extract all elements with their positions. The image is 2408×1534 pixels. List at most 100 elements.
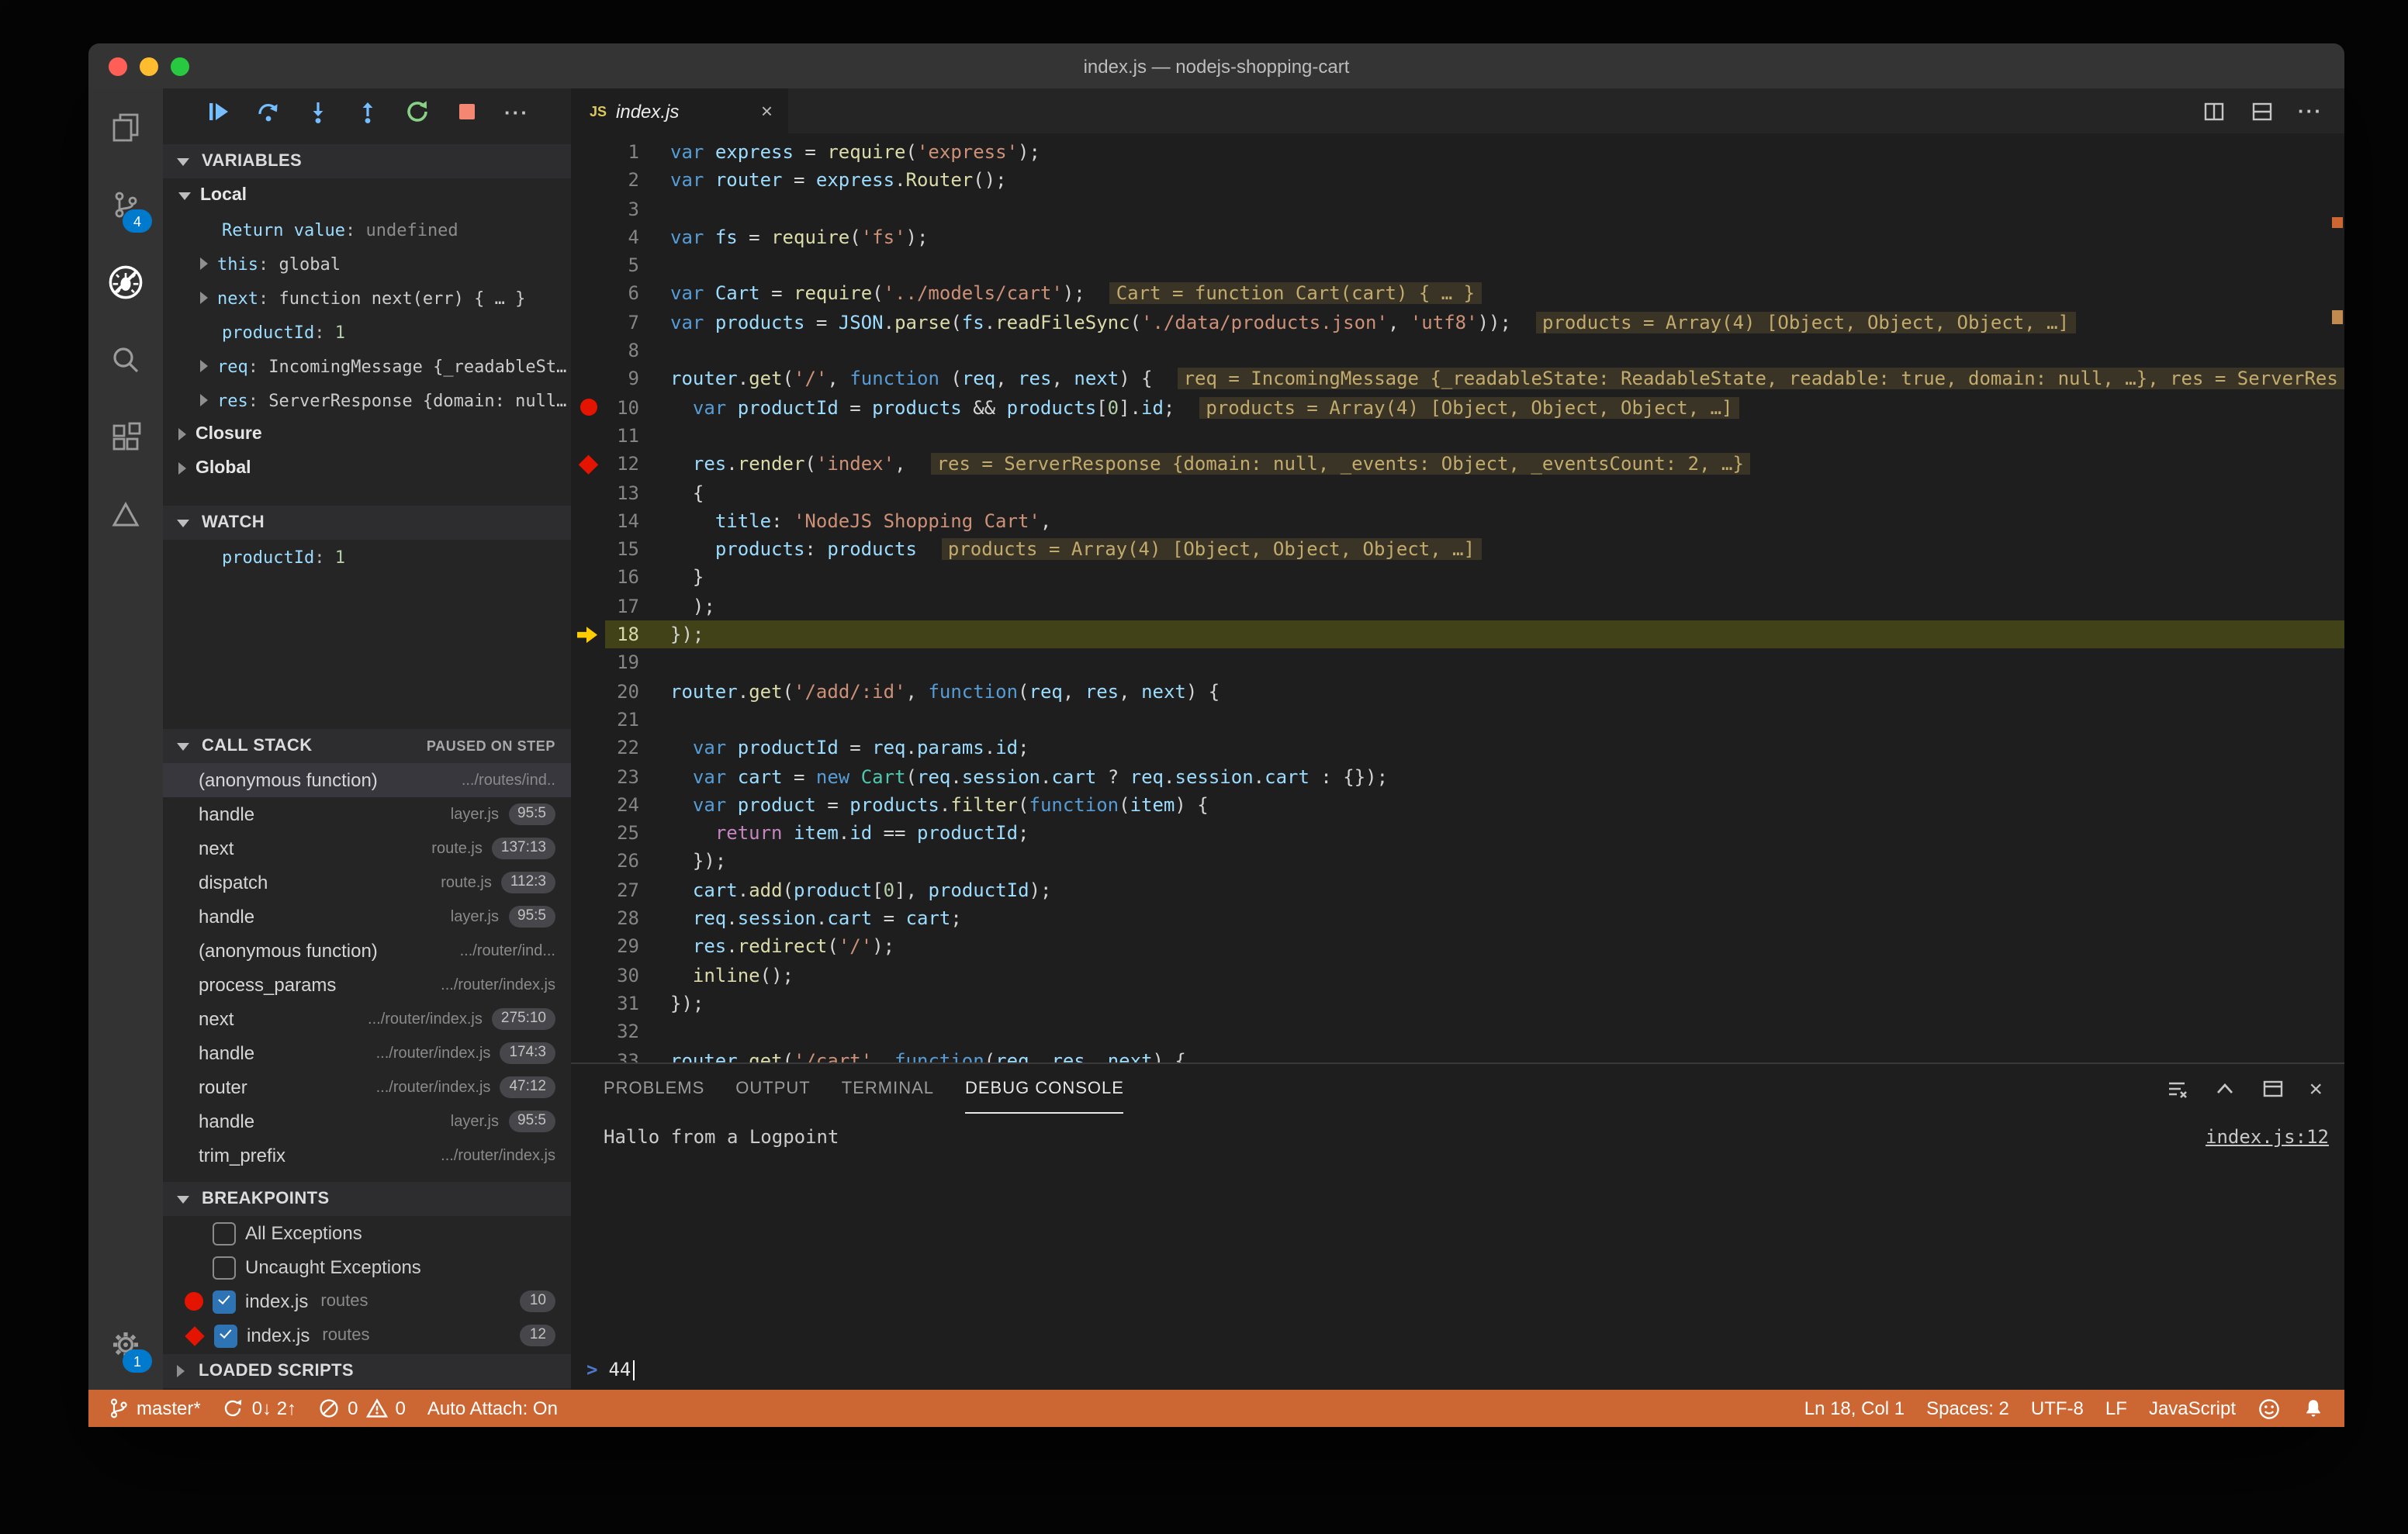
variable-row[interactable]: next: function next(err) { … }: [163, 281, 571, 315]
eol-item[interactable]: LF: [2095, 1390, 2138, 1427]
checkbox[interactable]: [214, 1324, 237, 1347]
debug-icon[interactable]: [88, 244, 163, 321]
split-editor-icon[interactable]: [2202, 98, 2226, 123]
code-line[interactable]: 28 req.session.cart = cart;: [571, 904, 2344, 933]
code-line[interactable]: 19: [571, 649, 2344, 678]
logpoint-icon[interactable]: [571, 451, 602, 479]
close-tab-icon[interactable]: ×: [761, 99, 773, 123]
code-line[interactable]: 4 var fs = require('fs');: [571, 223, 2344, 252]
breakpoint-row[interactable]: Uncaught Exceptions: [163, 1250, 571, 1284]
variable-scope[interactable]: Global: [163, 451, 571, 485]
code-line[interactable]: 27 cart.add(product[0], productId);: [571, 876, 2344, 904]
code-line[interactable]: 5: [571, 251, 2344, 280]
code-line[interactable]: 14 title: 'NodeJS Shopping Cart',: [571, 507, 2344, 536]
call-stack-frame[interactable]: handle layer.js 95:5: [163, 797, 571, 831]
code-line[interactable]: 15 products: products products = Array(4)…: [571, 535, 2344, 564]
call-stack-frame[interactable]: next .../router/index.js 275:10: [163, 1002, 571, 1036]
code-line[interactable]: 20 router.get('/add/:id', function(req, r…: [571, 677, 2344, 706]
variable-row[interactable]: res: ServerResponse {domain: null…: [163, 383, 571, 417]
call-stack-frame[interactable]: dispatch route.js 112:3: [163, 865, 571, 900]
watch-header[interactable]: WATCH: [163, 506, 571, 540]
console-source-link[interactable]: index.js:12: [2206, 1126, 2329, 1148]
continue-button[interactable]: [206, 99, 231, 124]
code-line[interactable]: 10 var productId = products && products[…: [571, 393, 2344, 422]
variable-scope[interactable]: Closure: [163, 417, 571, 451]
call-stack-frame[interactable]: trim_prefix .../router/index.js: [163, 1138, 571, 1173]
call-stack-frame[interactable]: (anonymous function) .../router/ind...: [163, 934, 571, 968]
extensions-icon[interactable]: [88, 399, 163, 476]
more-debug-actions-icon[interactable]: ···: [504, 99, 529, 124]
breakpoint-row[interactable]: All Exceptions: [163, 1216, 571, 1250]
auto-attach-item[interactable]: Auto Attach: On: [417, 1390, 569, 1427]
breakpoint-icon[interactable]: [571, 393, 602, 422]
call-stack-frame[interactable]: (anonymous function).../routes/ind..: [163, 1173, 571, 1182]
more-editor-actions-icon[interactable]: ···: [2298, 99, 2323, 123]
problems-item[interactable]: 0 0: [307, 1390, 417, 1427]
call-stack-frame[interactable]: next route.js 137:13: [163, 831, 571, 865]
code-line[interactable]: 16 }: [571, 564, 2344, 593]
code-line[interactable]: 17 );: [571, 593, 2344, 621]
code-line[interactable]: 31});: [571, 990, 2344, 1018]
step-into-button[interactable]: [306, 99, 330, 124]
filter-output-icon[interactable]: [2164, 1076, 2189, 1101]
stop-button[interactable]: [455, 99, 479, 124]
titlebar[interactable]: index.js — nodejs-shopping-cart: [88, 43, 2344, 88]
toggle-layout-icon[interactable]: [2250, 98, 2275, 123]
call-stack-frame[interactable]: (anonymous function).../routes/ind..: [163, 763, 571, 797]
settings-gear-icon[interactable]: 1: [88, 1306, 163, 1384]
code-line[interactable]: 8: [571, 337, 2344, 365]
variable-row[interactable]: productId: 1: [163, 315, 571, 349]
code-line[interactable]: 26 });: [571, 848, 2344, 876]
code-line[interactable]: 22 var productId = req.params.id;: [571, 734, 2344, 762]
encoding-item[interactable]: UTF-8: [2020, 1390, 2095, 1427]
code-line[interactable]: 3: [571, 195, 2344, 223]
variable-row[interactable]: req: IncomingMessage {_readableSt…: [163, 349, 571, 383]
variable-row[interactable]: this: global: [163, 247, 571, 281]
restart-button[interactable]: [405, 99, 430, 124]
language-mode-item[interactable]: JavaScript: [2138, 1390, 2247, 1427]
code-line[interactable]: 18});: [571, 620, 2344, 649]
code-line[interactable]: 30 inline();: [571, 961, 2344, 990]
zoom-window-button[interactable]: [171, 57, 189, 76]
git-branch-item[interactable]: master*: [98, 1390, 212, 1427]
watch-row[interactable]: productId: 1: [163, 540, 571, 574]
code-line[interactable]: 21: [571, 706, 2344, 734]
call-stack-header[interactable]: CALL STACK PAUSED ON STEP: [163, 729, 571, 763]
minimize-window-button[interactable]: [140, 57, 158, 76]
code-line[interactable]: 12 res.render('index', res = ServerRespon…: [571, 451, 2344, 479]
azure-tools-icon[interactable]: [88, 476, 163, 554]
git-sync-item[interactable]: 0↓ 2↑: [212, 1390, 307, 1427]
breakpoint-row[interactable]: index.js routes 10: [163, 1284, 571, 1318]
explorer-icon[interactable]: [88, 88, 163, 166]
panel-tab-problems[interactable]: PROBLEMS: [604, 1064, 704, 1114]
indentation-item[interactable]: Spaces: 2: [1915, 1390, 2020, 1427]
code-line[interactable]: 7 var products = JSON.parse(fs.readFileSy…: [571, 309, 2344, 337]
code-line[interactable]: 11: [571, 422, 2344, 451]
close-window-button[interactable]: [109, 57, 127, 76]
checkbox[interactable]: [213, 1221, 236, 1245]
maximize-panel-icon[interactable]: [2213, 1076, 2237, 1101]
code-line[interactable]: 2 var router = express.Router();: [571, 167, 2344, 195]
tab-index-js[interactable]: JS index.js ×: [571, 88, 788, 133]
source-control-icon[interactable]: 4: [88, 166, 163, 244]
call-stack-frame[interactable]: handle .../router/index.js 174:3: [163, 1036, 571, 1070]
notifications-bell-icon[interactable]: [2292, 1390, 2335, 1427]
call-stack-frame[interactable]: process_params .../router/index.js: [163, 968, 571, 1002]
debug-current-line-arrow-icon[interactable]: [571, 620, 602, 649]
restore-panel-icon[interactable]: [2261, 1076, 2285, 1101]
close-panel-icon[interactable]: ×: [2309, 1077, 2323, 1100]
checkbox[interactable]: [213, 1290, 236, 1313]
step-out-button[interactable]: [355, 99, 380, 124]
console-input[interactable]: > 44: [586, 1354, 2329, 1385]
code-line[interactable]: 24 var product = products.filter(functio…: [571, 791, 2344, 820]
variables-header[interactable]: VARIABLES: [163, 144, 571, 178]
code-line[interactable]: 13 {: [571, 479, 2344, 507]
code-line[interactable]: 25 return item.id == productId;: [571, 819, 2344, 848]
checkbox[interactable]: [213, 1256, 236, 1279]
loaded-scripts-header[interactable]: LOADED SCRIPTS: [163, 1354, 571, 1388]
breakpoints-header[interactable]: BREAKPOINTS: [163, 1182, 571, 1216]
panel-tab-terminal[interactable]: TERMINAL: [842, 1064, 934, 1114]
feedback-smiley-icon[interactable]: [2247, 1390, 2292, 1427]
code-line[interactable]: 32: [571, 1017, 2344, 1046]
code-line[interactable]: 6 var Cart = require('../models/cart'); Ca…: [571, 280, 2344, 309]
